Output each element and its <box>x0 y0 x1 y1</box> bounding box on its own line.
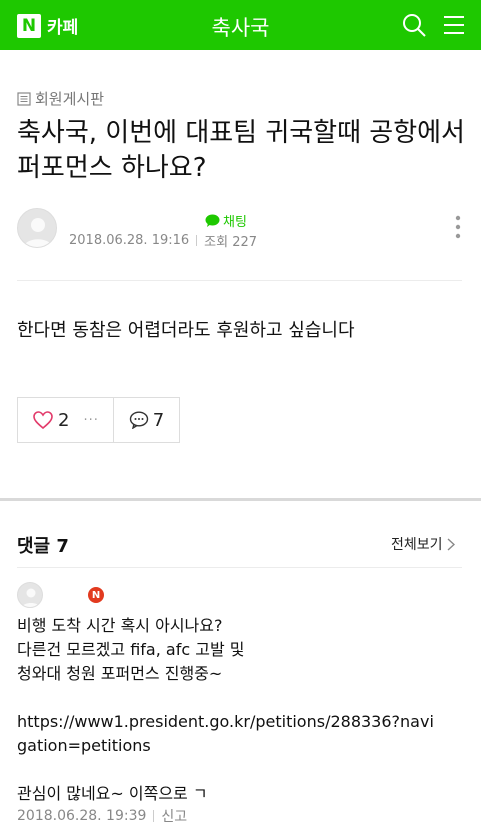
chat-label: 채팅 <box>223 215 247 230</box>
meta-divider <box>196 235 198 246</box>
post-title: 축사국, 이번에 대표팀 귀국할때 공항에서 퍼포먼스 하나요? <box>17 118 465 183</box>
comments-divider <box>17 567 462 568</box>
post-body: 한다면 동참은 어렵더라도 후원하고 싶습니다 <box>17 320 355 341</box>
post-date: 2018.06.28. 19:16 <box>69 233 190 248</box>
post-meta: 2018.06.28. 19:16 조회 227 <box>69 231 257 250</box>
reaction-box: 2 ··· 7 <box>17 397 180 443</box>
comment-line: 청와대 청원 포퍼먼스 진행중~ <box>17 664 223 683</box>
comment-line <box>17 758 472 782</box>
comment-date: 2018.06.28. 19:39 <box>17 808 147 824</box>
heart-icon <box>33 411 53 429</box>
board-name: 회원게시판 <box>35 90 105 108</box>
chat-button[interactable]: 채팅 <box>205 211 247 230</box>
view-count: 조회 227 <box>204 235 258 250</box>
chevron-right-icon <box>447 537 455 551</box>
like-count: 2 <box>58 409 70 431</box>
like-list-more[interactable]: ··· <box>83 413 98 428</box>
comment-link[interactable]: https://www1.president.go.kr/petitions/2… <box>17 710 472 734</box>
comment-button[interactable]: 7 <box>114 398 179 442</box>
top-bar: N 카페 축사국 <box>0 0 481 50</box>
comment-meta: 2018.06.28. 19:39 신고 <box>17 806 187 825</box>
comment-text: 비행 도착 시간 혹시 아시나요? 다른건 모르겠고 fifa, afc 고발 … <box>17 614 472 806</box>
comment-line <box>17 686 472 710</box>
search-icon[interactable] <box>401 12 427 42</box>
board-icon <box>17 91 31 106</box>
like-button[interactable]: 2 ··· <box>18 398 114 442</box>
report-button[interactable]: 신고 <box>161 806 187 825</box>
section-divider <box>0 498 481 501</box>
view-all-label: 전체보기 <box>391 537 443 553</box>
comment-link[interactable]: gation=petitions <box>17 734 472 758</box>
comment-line: 관심이 많네요~ 이쪽으로 ㄱ <box>17 784 208 803</box>
author-avatar[interactable] <box>17 208 57 248</box>
board-link[interactable]: 회원게시판 <box>17 88 104 109</box>
comments-heading: 댓글 7 <box>17 536 69 557</box>
more-options-icon[interactable] <box>455 215 461 243</box>
view-all-link[interactable]: 전체보기 <box>391 534 455 554</box>
comment-line: 비행 도착 시간 혹시 아시나요? <box>17 616 223 635</box>
comment-line: 다른건 모르겠고 fifa, afc 고발 및 <box>17 640 245 659</box>
menu-icon[interactable] <box>443 12 465 42</box>
commenter-avatar[interactable] <box>17 582 43 608</box>
chat-icon <box>205 214 220 227</box>
comment-icon <box>129 411 148 429</box>
header-divider <box>17 280 462 281</box>
comment-count: 7 <box>152 409 165 431</box>
meta-divider <box>153 810 155 822</box>
new-badge: N <box>88 587 104 603</box>
